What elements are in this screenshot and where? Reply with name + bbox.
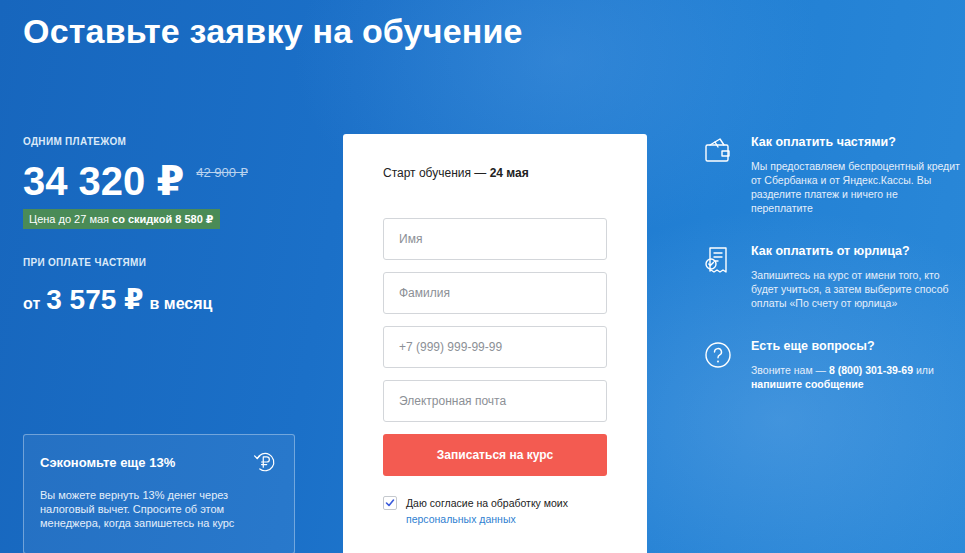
installments-price: от 3 575 ₽ в месяц: [23, 283, 343, 316]
savings-title: Сэкономьте еще 13%: [40, 455, 175, 470]
info-title: Как оплатить от юрлица?: [751, 243, 961, 259]
text-field[interactable]: [383, 218, 607, 260]
start-value: 24 мая: [490, 166, 529, 180]
info-body: Как оплатить частями? Мы предоставляем бе…: [751, 134, 961, 215]
installments-value: 3 575 ₽: [46, 283, 143, 316]
info-item: Как оплатить от юрлица?Запишитесь на кур…: [703, 243, 909, 310]
consent-checkbox[interactable]: [383, 496, 397, 510]
info-column: Как оплатить частями?Мы предоставляем бе…: [647, 134, 909, 553]
start-date: Старт обучения — 24 мая: [383, 166, 607, 180]
consent-row[interactable]: Даю согласие на обработку моих персональн…: [383, 495, 607, 527]
info-text: Запишитесь на курс от имени того, кто бу…: [751, 268, 961, 310]
price-row: 34 320 ₽ 42 900 ₽: [23, 158, 343, 204]
badge-discount: со скидкой 8 580 ₽: [112, 213, 213, 225]
start-label: Старт обучения —: [383, 166, 490, 180]
price-column: ОДНИМ ПЛАТЕЖОМ 34 320 ₽ 42 900 ₽ Цена до 27…: [23, 134, 343, 553]
single-payment-label: ОДНИМ ПЛАТЕЖОМ: [23, 136, 343, 148]
invoice-icon: [703, 245, 733, 275]
info-span: Мы предоставляем беспроцентный кредит от…: [751, 160, 960, 214]
text-field[interactable]: [383, 272, 607, 314]
price: 34 320 ₽: [23, 158, 184, 204]
info-body: Как оплатить от юрлица? Запишитесь на кур…: [751, 243, 961, 310]
installments-label: ПРИ ОПЛАТЕ ЧАСТЯМИ: [23, 257, 343, 269]
info-title: Как оплатить частями?: [751, 134, 961, 150]
info-span: Запишитесь на курс от имени того, кто бу…: [751, 269, 949, 309]
info-title: Есть еще вопросы?: [751, 338, 961, 354]
info-span: Звоните нам —: [751, 364, 829, 376]
wallet-icon: [703, 136, 733, 166]
old-price: 42 900 ₽: [196, 165, 248, 180]
info-link[interactable]: напишите сообщение: [751, 378, 864, 390]
badge-text: Цена до 27 мая: [29, 213, 112, 225]
info-text: Мы предоставляем беспроцентный кредит от…: [751, 159, 961, 215]
consent-text: Даю согласие на обработку моих персональн…: [406, 495, 568, 527]
installments-prefix: от: [23, 295, 40, 313]
info-item: Есть еще вопросы?Звоните нам — 8 (800) 3…: [703, 338, 909, 391]
savings-text: Вы можете вернуть 13% денег через налого…: [40, 488, 270, 530]
submit-button[interactable]: Записаться на курс: [383, 434, 607, 476]
text-field[interactable]: [383, 326, 607, 368]
ruble-refund-icon: [252, 449, 278, 475]
info-body: Есть еще вопросы? Звоните нам — 8 (800) 3…: [751, 338, 961, 391]
info-span: или: [913, 364, 934, 376]
fields: [383, 218, 607, 422]
privacy-link[interactable]: персональных данных: [406, 511, 568, 527]
text-field[interactable]: [383, 380, 607, 422]
info-text: Звоните нам — 8 (800) 301-39-69 или напи…: [751, 363, 961, 391]
question-icon: [703, 340, 733, 370]
savings-head: Сэкономьте еще 13%: [40, 449, 278, 475]
signup-form: Старт обучения — 24 мая Записаться на кур…: [343, 134, 647, 553]
info-item: Как оплатить частями?Мы предоставляем бе…: [703, 134, 909, 215]
installments-suffix: в месяц: [150, 295, 213, 313]
discount-badge: Цена до 27 мая со скидкой 8 580 ₽: [23, 209, 220, 229]
consent-label: Даю согласие на обработку моих: [406, 497, 568, 509]
savings-card: Сэкономьте еще 13% Вы можете вернуть 13% …: [23, 434, 295, 553]
main-area: ОДНИМ ПЛАТЕЖОМ 34 320 ₽ 42 900 ₽ Цена до 27…: [23, 134, 965, 553]
page-title: Оставьте заявку на обучение: [23, 9, 965, 53]
info-link[interactable]: 8 (800) 301-39-69: [829, 364, 913, 376]
